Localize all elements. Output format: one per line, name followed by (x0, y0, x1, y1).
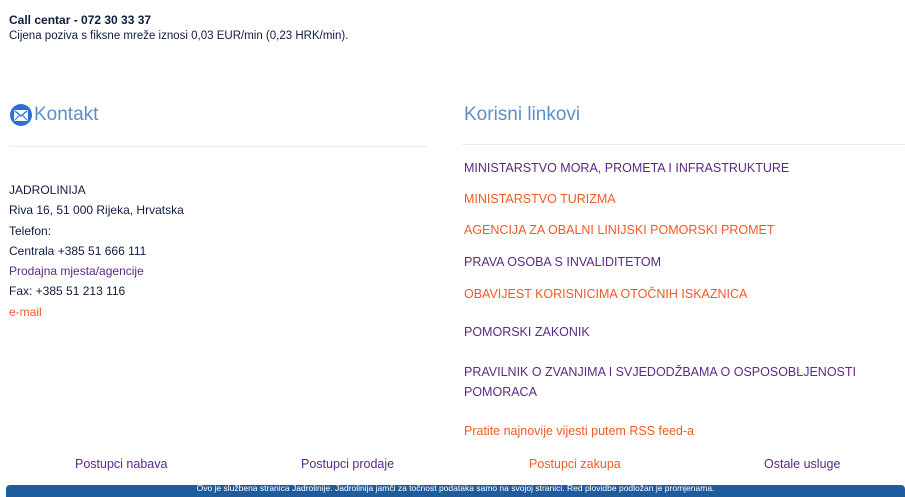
divider (10, 146, 428, 147)
call-center: Call centar - 072 30 33 37 Cijena poziva… (9, 12, 348, 44)
link-ministry-tourism[interactable]: MINISTARSTVO TURIZMA (464, 189, 616, 209)
envelope-icon (10, 104, 32, 126)
useful-links-title: Korisni linkovi (464, 104, 581, 125)
address: Riva 16, 51 000 Rijeka, Hrvatska (9, 203, 184, 218)
company-name: JADROLINIJA (9, 183, 86, 197)
email-link[interactable]: e-mail (9, 302, 184, 322)
link-seafarer-certificates[interactable]: PRAVILNIK O ZVANJIMA I SVJEDODŽBAMA O OS… (464, 362, 894, 402)
link-coastal-shipping-agency[interactable]: AGENCIJA ZA OBALNI LINIJSKI POMORSKI PRO… (464, 220, 775, 240)
procurement-link[interactable]: Postupci nabava (75, 457, 167, 471)
link-disability-rights[interactable]: PRAVA OSOBA S INVALIDITETOM (464, 252, 661, 272)
sales-points-link[interactable]: Prodajna mjesta/agencije (9, 261, 184, 281)
switchboard-phone: Centrala +385 51 666 111 (9, 243, 147, 258)
footer-disclaimer: Ovo je službena stranica Jadrolinije. Ja… (196, 485, 715, 493)
kontakt-heading: Kontakt (10, 104, 98, 126)
link-ministry-sea-transport[interactable]: MINISTARSTVO MORA, PROMETA I INFRASTRUKT… (464, 158, 789, 178)
kontakt-title: Kontakt (34, 104, 99, 125)
sales-procedures-link[interactable]: Postupci prodaje (301, 457, 394, 471)
rss-feed-link[interactable]: Pratite najnovije vijesti putem RSS feed… (464, 424, 694, 438)
phone-label: Telefon: (9, 223, 52, 238)
call-price-note: Cijena poziva s fiksne mreže iznosi 0,03… (9, 30, 349, 42)
other-services-link[interactable]: Ostale usluge (764, 457, 840, 471)
contact-info: JADROLINIJA Riva 16, 51 000 Rijeka, Hrva… (9, 180, 184, 322)
footer-bar: Ovo je službena stranica Jadrolinije. Ja… (6, 485, 905, 497)
link-maritime-code[interactable]: POMORSKI ZAKONIK (464, 322, 590, 342)
call-center-title: Call centar - 072 30 33 37 (9, 13, 152, 27)
bottom-links: Postupci nabava Postupci prodaje Postupc… (0, 457, 905, 477)
fax-number: Fax: +385 51 213 116 (9, 284, 126, 299)
link-island-card-notice[interactable]: OBAVIJEST KORISNICIMA OTOČNIH ISKAZNICA (464, 284, 747, 304)
lease-procedures-link[interactable]: Postupci zakupa (529, 457, 621, 471)
divider (462, 144, 905, 145)
